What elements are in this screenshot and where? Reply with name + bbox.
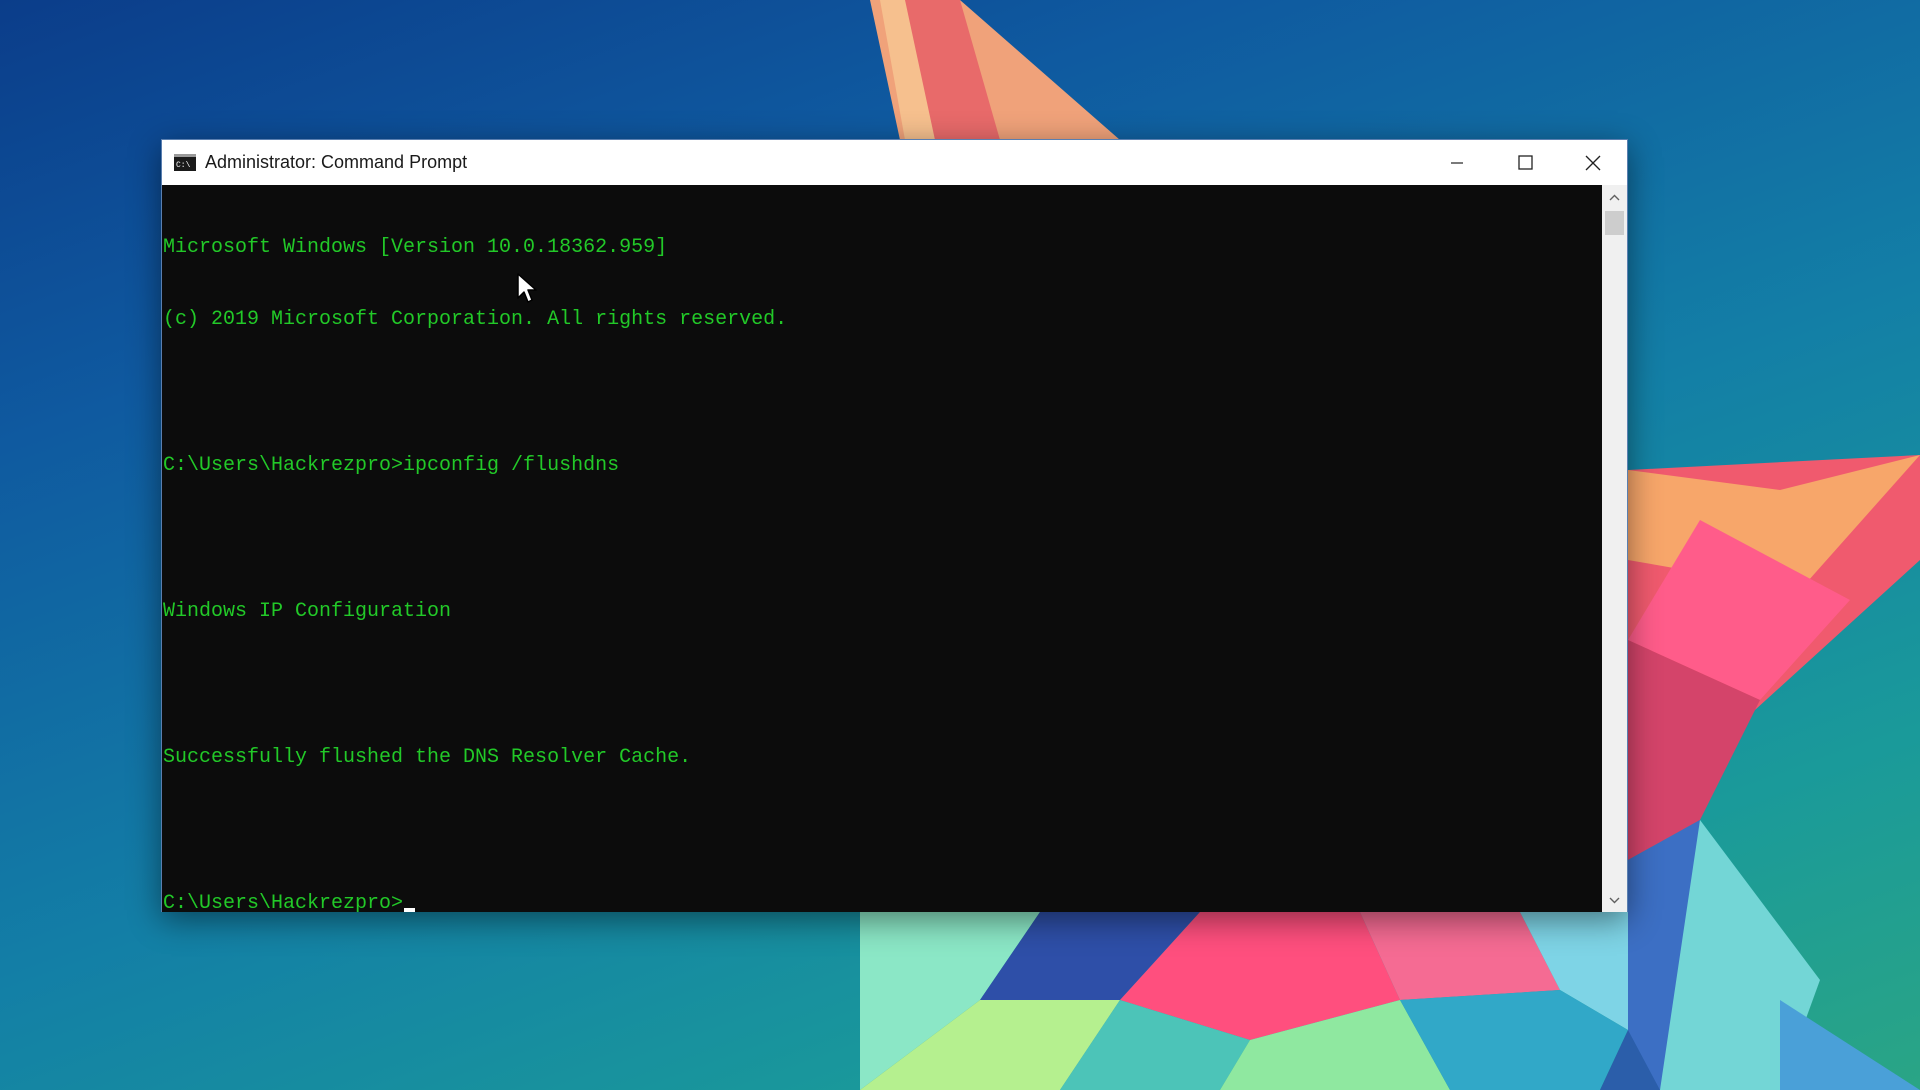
console-line: Windows IP Configuration: [163, 600, 452, 624]
desktop: C:\ Administrator: Command Prompt Micros…: [0, 0, 1920, 1090]
text-cursor: [404, 907, 416, 912]
chevron-down-icon: [1609, 897, 1620, 903]
vertical-scrollbar[interactable]: [1602, 185, 1627, 912]
prompt-text: C:\Users\Hackrezpro>: [163, 891, 404, 912]
command-prompt-window[interactable]: C:\ Administrator: Command Prompt Micros…: [161, 139, 1628, 912]
cmd-icon: C:\: [174, 154, 196, 171]
chevron-up-icon: [1609, 194, 1620, 200]
console-line: Microsoft Windows [Version 10.0.18362.95…: [163, 235, 668, 259]
minimize-button[interactable]: [1423, 140, 1491, 185]
mouse-pointer-icon: [517, 273, 537, 303]
close-icon: [1585, 155, 1601, 170]
svg-text:C:\: C:\: [176, 161, 191, 170]
minimize-icon: [1451, 161, 1463, 164]
title-bar[interactable]: C:\ Administrator: Command Prompt: [162, 140, 1627, 185]
console-output[interactable]: Microsoft Windows [Version 10.0.18362.95…: [162, 185, 1602, 912]
console-line: Successfully flushed the DNS Resolver Ca…: [163, 745, 692, 769]
console-line: (c) 2019 Microsoft Corporation. All righ…: [163, 308, 788, 332]
prompt-line[interactable]: C:\Users\Hackrezpro>: [163, 892, 1602, 912]
scroll-up-button[interactable]: [1602, 185, 1627, 209]
scroll-thumb[interactable]: [1605, 211, 1624, 235]
scroll-down-button[interactable]: [1602, 888, 1627, 912]
console-line: C:\Users\Hackrezpro>ipconfig /flushdns: [163, 454, 620, 478]
maximize-button[interactable]: [1491, 140, 1559, 185]
window-title: Administrator: Command Prompt: [205, 152, 468, 172]
maximize-icon: [1517, 155, 1533, 170]
close-button[interactable]: [1559, 140, 1627, 185]
